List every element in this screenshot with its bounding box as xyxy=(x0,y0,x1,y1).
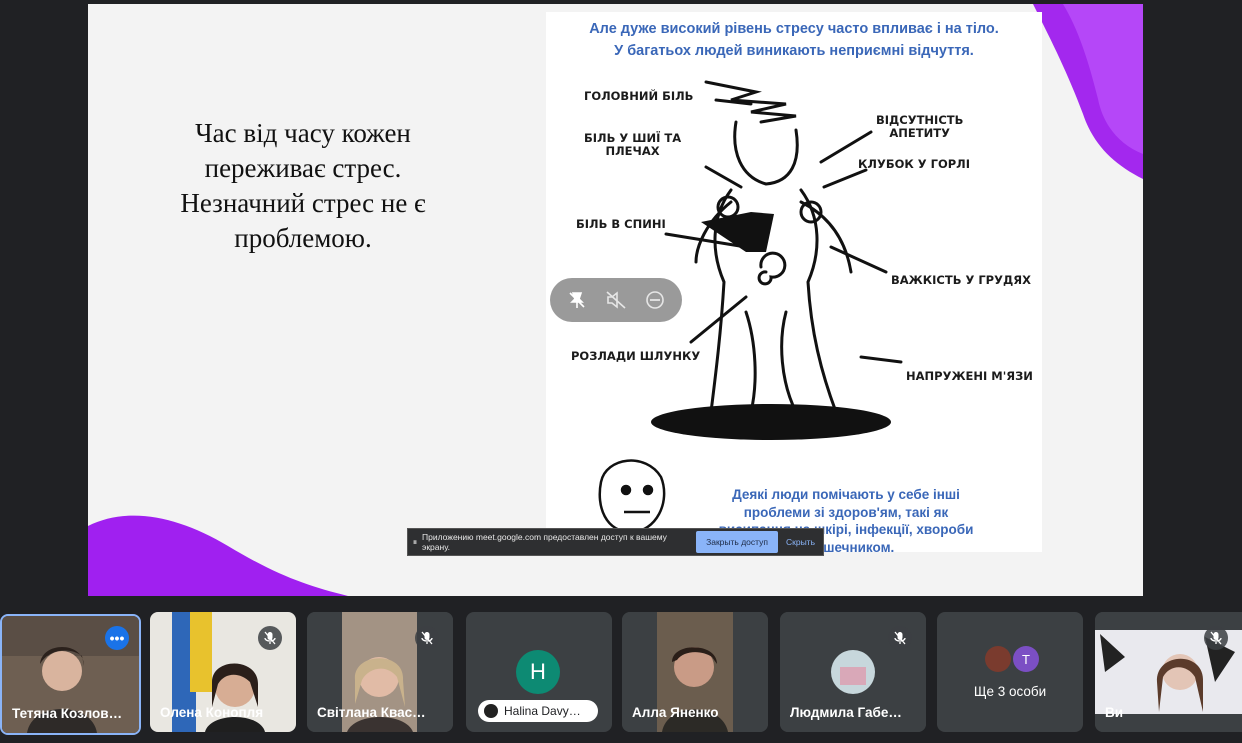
participant-name: Алла Яненко xyxy=(632,705,719,720)
avatar: H xyxy=(516,650,560,694)
purple-wave-decoration-bottom xyxy=(88,515,348,596)
tile-overlay-controls xyxy=(550,278,682,322)
label-stomach: РОЗЛАДИ ШЛУНКУ xyxy=(571,349,701,363)
participant-tile[interactable]: Олена Конопля xyxy=(150,612,296,732)
mic-off-icon xyxy=(258,626,282,650)
participant-name: Halina Davy… xyxy=(504,704,581,718)
participant-tile[interactable]: Людмила Габе… xyxy=(780,612,926,732)
label-tense-muscles: НАПРУЖЕНІ М'ЯЗИ xyxy=(906,369,1033,383)
label-neck-pain: БІЛЬ У ШИЇ ТА ПЛЕЧАХ xyxy=(584,131,682,158)
presentation-stage: Час від часу кожен переживає стрес. Незн… xyxy=(88,4,1143,596)
drag-handle-icon[interactable]: ⏸ xyxy=(408,537,422,548)
participant-name: Олена Конопля xyxy=(160,705,264,720)
participant-tile[interactable]: Світлана Квас… xyxy=(307,612,453,732)
remove-icon[interactable] xyxy=(641,286,669,314)
user-icon xyxy=(484,704,498,718)
label-chest-heaviness: ВАЖКІСТЬ У ГРУДЯХ xyxy=(891,273,1031,287)
participant-tile[interactable]: ••• Тетяна Козлов… xyxy=(0,614,141,735)
more-participants-label: Ще 3 особи xyxy=(973,684,1047,699)
avatar xyxy=(985,646,1011,672)
participant-name: Ви xyxy=(1105,705,1124,720)
participant-name: Світлана Квас… xyxy=(317,705,426,720)
slide-main-text: Час від часу кожен переживає стрес. Незн… xyxy=(180,118,426,253)
purple-wave-decoration xyxy=(1033,4,1143,179)
participant-tile-group[interactable]: T Ще 3 особи xyxy=(937,612,1083,732)
mute-audio-icon[interactable] xyxy=(602,286,630,314)
participant-name: Тетяна Козлов… xyxy=(12,706,123,721)
label-throat-lump: КЛУБОК У ГОРЛІ xyxy=(858,157,970,171)
label-headache: ГОЛОВНИЙ БІЛЬ xyxy=(584,89,694,103)
more-options-icon[interactable]: ••• xyxy=(105,626,129,650)
name-chip: Halina Davy… xyxy=(478,700,598,722)
participant-tile-self[interactable]: Ви xyxy=(1095,612,1242,732)
mic-off-icon xyxy=(1204,626,1228,650)
mic-off-icon xyxy=(415,626,439,650)
mic-off-icon xyxy=(888,626,912,650)
participant-tile[interactable]: H Halina Davy… xyxy=(466,612,612,732)
label-no-appetite: ВІДСУТНІСТЬ АПЕТИТУ xyxy=(876,113,964,140)
stop-sharing-button[interactable]: Закрыть доступ xyxy=(696,531,778,553)
label-back-pain: БІЛЬ В СПИНІ xyxy=(576,217,666,231)
pin-icon[interactable] xyxy=(563,286,591,314)
participant-name: Людмила Габе… xyxy=(790,705,902,720)
participant-tile[interactable]: Алла Яненко xyxy=(622,612,768,732)
screen-share-notification: ⏸ Приложению meet.google.com предоставле… xyxy=(407,528,824,556)
avatar: T xyxy=(1013,646,1039,672)
share-message: Приложению meet.google.com предоставлен … xyxy=(422,532,667,552)
hide-bar-link[interactable]: Скрыть xyxy=(786,537,815,547)
